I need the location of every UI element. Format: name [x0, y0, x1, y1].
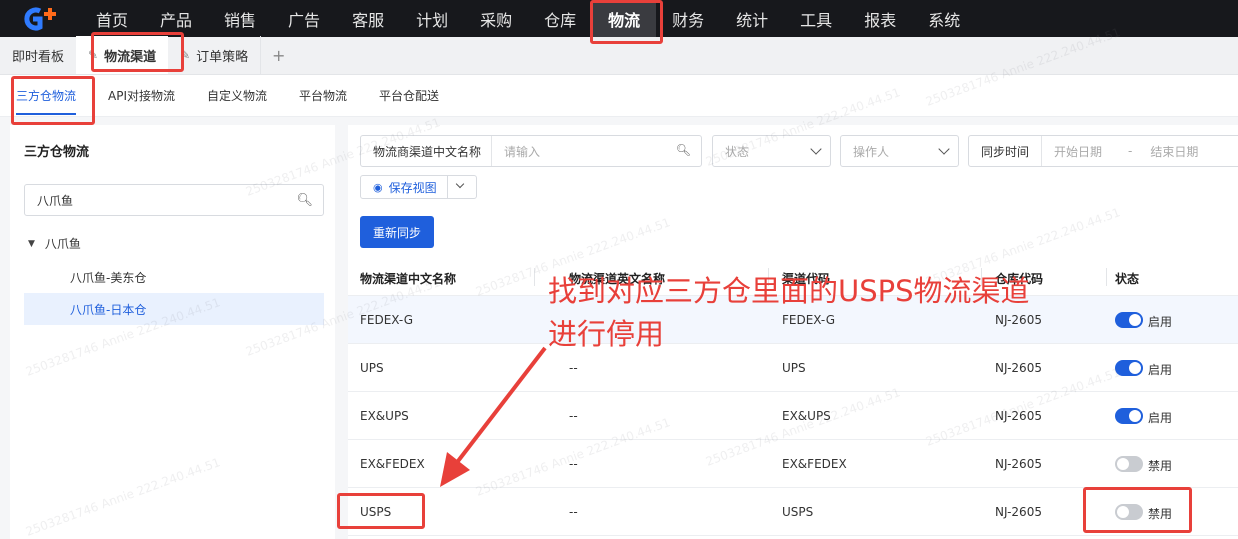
status-toggle[interactable] [1115, 360, 1143, 376]
cell-warehouse-code: NJ-2605 [995, 361, 1042, 375]
tab-order-strategy[interactable]: ✎ 订单策略 [168, 36, 260, 74]
nav-item-purchase[interactable]: 采购 [464, 0, 528, 37]
panel-title: 三方仓物流 [24, 145, 90, 160]
save-view-dropdown[interactable] [448, 176, 470, 198]
nav-item-product[interactable]: 产品 [144, 0, 208, 37]
cell-channel-code: UPS [782, 361, 806, 375]
nav-item-logistics[interactable]: 物流 [592, 0, 657, 37]
tree-node-label: 八爪鱼 [44, 237, 81, 251]
nav-item-system[interactable]: 系统 [912, 0, 976, 37]
status-toggle[interactable] [1115, 312, 1143, 328]
save-view-label: 保存视图 [388, 180, 437, 195]
resync-button[interactable]: 重新同步 [360, 216, 434, 248]
status-toggle[interactable] [1115, 456, 1143, 472]
cell-en-name: -- [569, 457, 578, 471]
cell-warehouse-code: NJ-2605 [995, 457, 1042, 471]
nav-item-service[interactable]: 客服 [336, 0, 400, 37]
search-value: 八爪鱼 [37, 193, 74, 208]
subtab-custom-logistics[interactable]: 自定义物流 [191, 75, 283, 117]
nav-item-warehouse[interactable]: 仓库 [528, 0, 592, 37]
warehouse-tree-panel: 三方仓物流 八爪鱼 🔍︎ ▼ 八爪鱼 八爪鱼-美东仓 八爪鱼-日本仓 [10, 125, 335, 539]
caret-down-icon[interactable]: ▼ [28, 239, 35, 249]
cell-cn-name: UPS [360, 361, 384, 375]
tab-label: 物流渠道 [104, 49, 157, 65]
subtab-api-logistics[interactable]: API对接物流 [92, 75, 191, 117]
pin-icon: ✎ [180, 48, 191, 62]
annotation-line-1: 找到对应三方仓里面的USPS物流渠道 [548, 274, 1030, 308]
column-divider[interactable] [534, 268, 535, 286]
table-row[interactable]: USPS -- USPS NJ-2605 禁用 [348, 488, 1238, 536]
subtab-platform-logistics[interactable]: 平台物流 [283, 75, 363, 117]
status-label: 启用 [1148, 363, 1173, 377]
cell-channel-code: EX&UPS [782, 409, 831, 423]
cell-cn-name: EX&UPS [360, 409, 409, 423]
annotation-text: 找到对应三方仓里面的USPS物流渠道 进行停用 [548, 270, 1030, 356]
cell-en-name: -- [569, 409, 578, 423]
status-label: 禁用 [1148, 459, 1173, 473]
nav-item-ads[interactable]: 广告 [272, 0, 336, 37]
subtab-platform-warehouse-delivery[interactable]: 平台仓配送 [363, 75, 455, 117]
nav-item-sales[interactable]: 销售 [208, 0, 272, 37]
search-input[interactable]: 请输入 [492, 143, 701, 160]
tree-node-us-east[interactable]: 八爪鱼-美东仓 [24, 261, 324, 293]
cell-warehouse-code: NJ-2605 [995, 505, 1042, 519]
date-separator: - [1128, 144, 1133, 158]
cell-channel-code: EX&FEDEX [782, 457, 847, 471]
cell-cn-name: USPS [360, 505, 392, 519]
save-view-button[interactable]: ◉ 保存视图 [360, 175, 477, 199]
nav-item-stats[interactable]: 统计 [720, 0, 784, 37]
field-select[interactable]: 物流商渠道中文名称 [361, 136, 493, 166]
end-date-input[interactable]: 结束日期 [1132, 143, 1198, 160]
cell-en-name: -- [569, 505, 578, 519]
top-nav: 首页 产品 销售 广告 客服 计划 采购 仓库 物流 财务 统计 工具 报表 系… [0, 0, 1238, 37]
tab-logistics-channel[interactable]: ✎ 物流渠道 [76, 36, 169, 74]
warehouse-search-input[interactable]: 八爪鱼 🔍︎ [24, 184, 324, 216]
status-label: 启用 [1148, 315, 1173, 329]
sub-tabs: 三方仓物流 API对接物流 自定义物流 平台物流 平台仓配送 [0, 75, 1238, 117]
cell-en-name: -- [569, 361, 578, 375]
nav-item-finance[interactable]: 财务 [656, 0, 720, 37]
status-select[interactable]: 状态 [712, 135, 831, 167]
add-tab-button[interactable]: + [260, 36, 296, 74]
tab-label: 即时看板 [12, 49, 65, 65]
pin-icon: ✎ [88, 48, 99, 62]
tab-label: 订单策略 [196, 49, 249, 65]
column-divider[interactable] [1106, 268, 1107, 286]
page-tabs: 即时看板 ✎ 物流渠道 ✎ 订单策略 + [0, 36, 1238, 75]
table-row[interactable]: EX&FEDEX -- EX&FEDEX NJ-2605 禁用 [348, 440, 1238, 488]
sync-time-range[interactable]: 同步时间 开始日期 - 结束日期 [968, 135, 1238, 167]
cell-cn-name: FEDEX-G [360, 313, 413, 327]
status-toggle[interactable] [1115, 408, 1143, 424]
cell-warehouse-code: NJ-2605 [995, 409, 1042, 423]
eye-icon: ◉ [373, 180, 383, 194]
annotation-line-2: 进行停用 [548, 317, 665, 351]
nav-item-reports[interactable]: 报表 [848, 0, 912, 37]
status-label: 禁用 [1148, 507, 1173, 521]
field-search-filter[interactable]: 物流商渠道中文名称 请输入 🔍︎ [360, 135, 702, 167]
start-date-input[interactable]: 开始日期 [1042, 143, 1102, 160]
save-view-main[interactable]: ◉ 保存视图 [361, 176, 448, 198]
status-label: 启用 [1148, 411, 1173, 425]
table-row[interactable]: EX&UPS -- EX&UPS NJ-2605 启用 [348, 392, 1238, 440]
cell-channel-code: USPS [782, 505, 814, 519]
column-header-cn-name[interactable]: 物流渠道中文名称 [360, 270, 456, 287]
tree-node-root[interactable]: ▼ 八爪鱼 [28, 235, 81, 252]
search-icon[interactable]: 🔍︎ [296, 193, 313, 208]
cell-cn-name: EX&FEDEX [360, 457, 425, 471]
column-header-status[interactable]: 状态 [1115, 270, 1139, 287]
status-toggle[interactable] [1115, 504, 1143, 520]
nav-item-plan[interactable]: 计划 [400, 0, 464, 37]
tab-dashboard[interactable]: 即时看板 [0, 36, 76, 74]
date-label: 同步时间 [969, 136, 1043, 166]
tree-node-japan[interactable]: 八爪鱼-日本仓 [24, 293, 324, 325]
chevron-down-icon [455, 179, 464, 189]
g-plus-logo-icon [24, 7, 56, 30]
subtab-third-party-warehouse[interactable]: 三方仓物流 [0, 75, 92, 117]
nav-item-tools[interactable]: 工具 [784, 0, 848, 37]
app-logo[interactable] [0, 0, 80, 37]
nav-item-home[interactable]: 首页 [80, 0, 144, 37]
search-icon[interactable]: 🔍︎ [676, 143, 691, 157]
operator-select[interactable]: 操作人 [840, 135, 959, 167]
